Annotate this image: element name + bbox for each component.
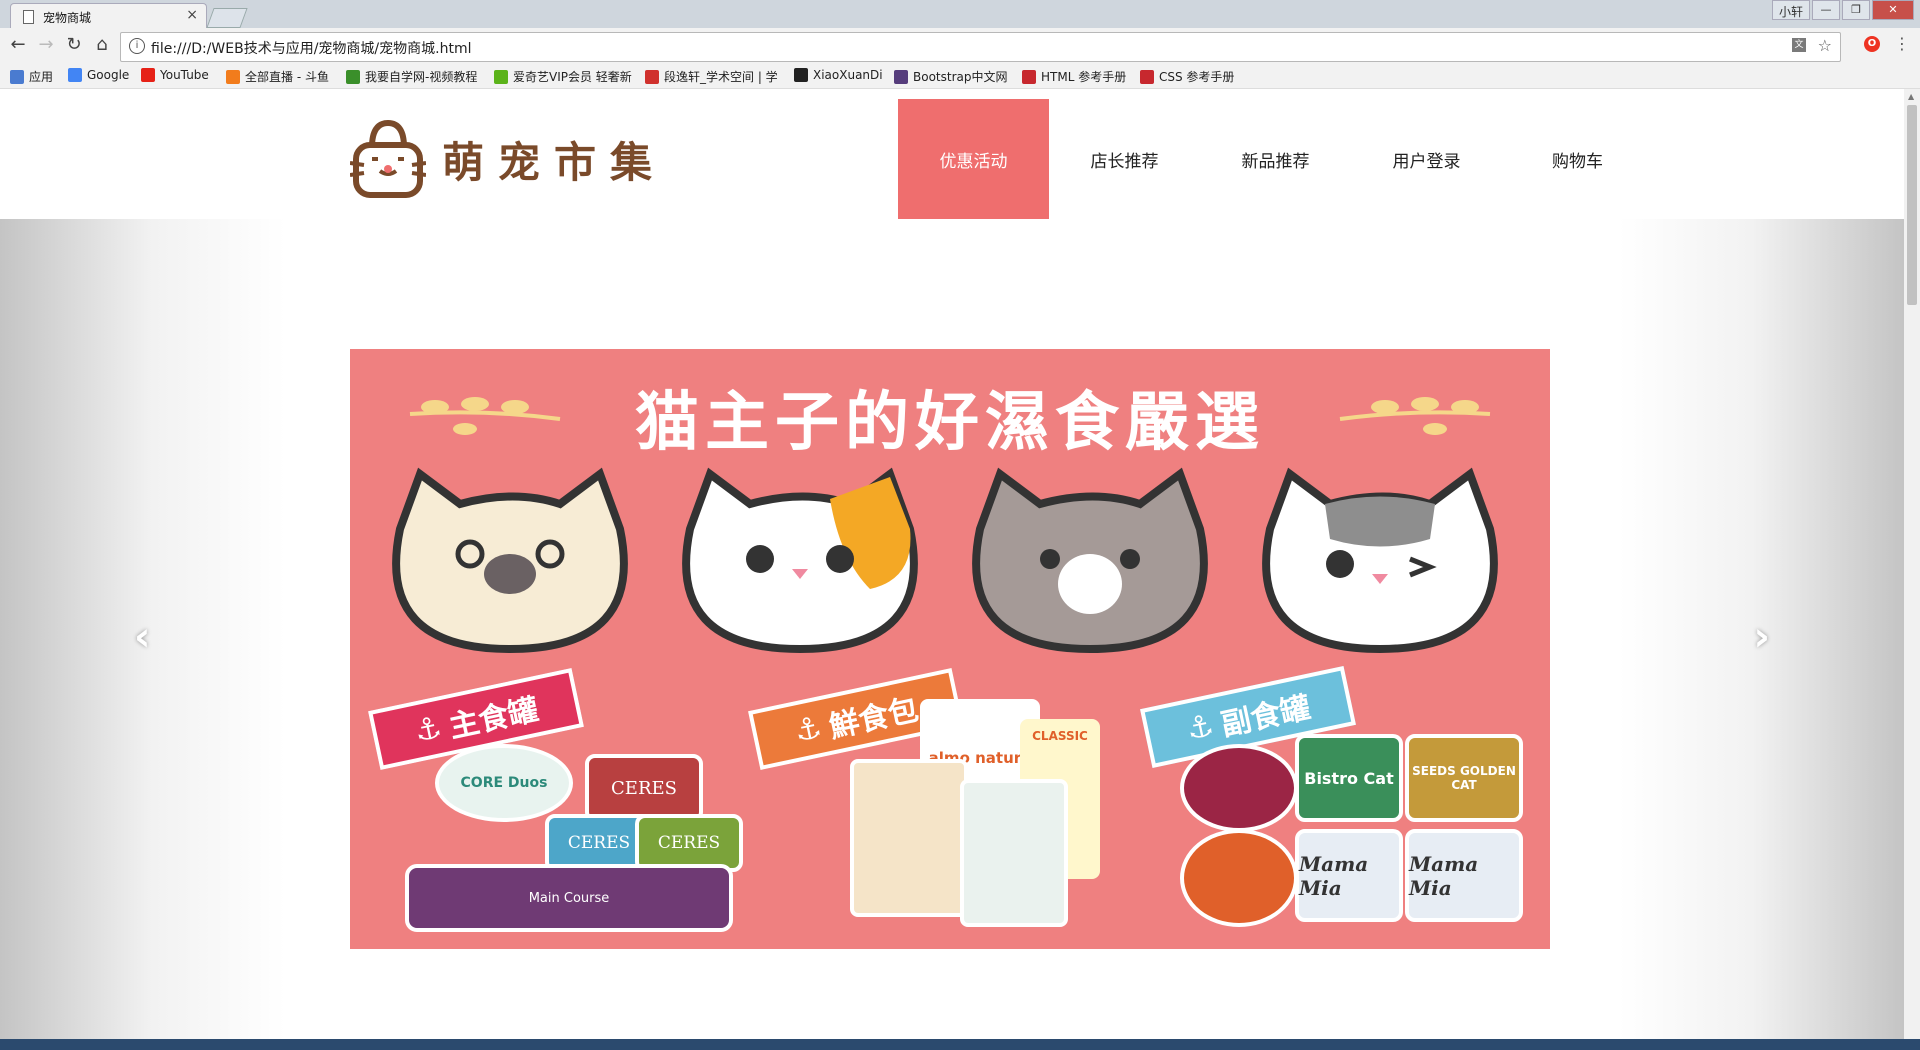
cat-face-3: [972, 467, 1208, 654]
blog-icon: [645, 69, 659, 84]
bookmark-label: 应用: [29, 70, 54, 84]
logo-text: 萌宠市集: [442, 137, 667, 187]
product-pouch-dog: [850, 759, 968, 917]
bookmark-label: HTML 参考手册: [1041, 70, 1127, 84]
product-group-side-can: Bistro Cat SEEDS GOLDEN CAT Mama Mia Mam…: [1180, 734, 1523, 934]
site-logo[interactable]: 萌宠市集: [350, 117, 666, 201]
bookmark-item[interactable]: 段逸轩_学术空间 | 学: [645, 68, 778, 85]
product-can-red: [1180, 744, 1298, 832]
bookmark-star-icon[interactable]: ☆: [1818, 36, 1832, 55]
browser-tab-bar: 宠物商城 × 小轩 — ❐ ✕: [0, 0, 1920, 29]
bookmark-label: 爱奇艺VIP会员 轻奢新: [513, 70, 632, 84]
bookmark-item[interactable]: Bootstrap中文网: [894, 68, 1007, 85]
product-group-fresh-pack: almo nature CLASSIC: [850, 699, 1110, 929]
bookmark-label: CSS 参考手册: [1159, 70, 1235, 84]
bookmark-item[interactable]: XiaoXuanDi: [794, 68, 883, 82]
tab-close-icon[interactable]: ×: [186, 7, 198, 23]
bookmark-label: XiaoXuanDi: [813, 68, 883, 82]
main-nav: 优惠活动 店长推荐 新品推荐 用户登录 购物车: [898, 99, 1653, 219]
douyu-icon: [226, 69, 240, 84]
web-page: 萌宠市集 优惠活动 店长推荐 新品推荐 用户登录 购物车 ‹ › 猫主子的好濕食嚴選: [0, 89, 1904, 1039]
window-controls: 小轩 — ❐ ✕: [1771, 0, 1914, 20]
bookmark-item[interactable]: CSS 参考手册: [1140, 68, 1234, 85]
product-can: Main Course: [405, 864, 733, 932]
carousel-next-icon[interactable]: ›: [1754, 614, 1770, 660]
product-can: CERES: [585, 754, 703, 822]
product-can: SEEDS GOLDEN CAT: [1405, 734, 1523, 822]
bookmarks-bar: 应用 Google YouTube 全部直播 - 斗鱼 我要自学网-视频教程 爱奇艺VIP…: [0, 64, 1920, 89]
bookmark-item[interactable]: 应用: [10, 68, 53, 85]
document-icon: [23, 10, 34, 24]
browser-tab[interactable]: 宠物商城 ×: [10, 3, 207, 29]
scroll-up-icon[interactable]: ▲: [1908, 92, 1914, 101]
product-pouch-seal: [960, 779, 1068, 927]
carousel-prev-icon[interactable]: ‹: [134, 614, 150, 660]
site-header: 萌宠市集 优惠活动 店长推荐 新品推荐 用户登录 购物车: [0, 89, 1904, 219]
bookmark-label: 全部直播 - 斗鱼: [245, 70, 329, 84]
close-window-button[interactable]: ✕: [1872, 0, 1914, 20]
browser-toolbar: ← → ↻ ⌂ i file:///D:/WEB技术与应用/宠物商城/宠物商城.…: [0, 28, 1920, 64]
github-icon: [794, 68, 808, 82]
bookmark-item[interactable]: HTML 参考手册: [1022, 68, 1126, 85]
bookmark-item[interactable]: 全部直播 - 斗鱼: [226, 68, 329, 85]
anchor-icon: ⚓: [791, 709, 825, 750]
bookmark-item[interactable]: 爱奇艺VIP会员 轻奢新: [494, 68, 632, 85]
cat-face-4: [1262, 467, 1498, 654]
new-tab-button[interactable]: [206, 8, 248, 28]
home-button[interactable]: ⌂: [90, 34, 114, 55]
product-can-orange: [1180, 829, 1298, 927]
nav-item-1[interactable]: 店长推荐: [1049, 99, 1200, 219]
product-can: CORE Duos: [435, 744, 573, 822]
product-can: Mama Mia: [1295, 829, 1403, 922]
bookmark-label: 段逸轩_学术空间 | 学: [664, 70, 778, 84]
product-can: Mama Mia: [1405, 829, 1523, 922]
back-button[interactable]: ←: [6, 34, 30, 55]
promo-carousel: ‹ › 猫主子的好濕食嚴選 ⚓ 主食罐 ⚓ 鮮食包 ⚓ 副食罐 CORE Duo…: [0, 219, 1904, 1039]
apps-icon: [10, 69, 24, 84]
bookmark-item[interactable]: 我要自学网-视频教程: [346, 68, 477, 85]
nav-item-3[interactable]: 用户登录: [1351, 99, 1502, 219]
product-group-main-can: CORE Duos CERES CERES CERES Main Course: [405, 744, 743, 934]
cat-face-1: [392, 467, 628, 654]
page-scrollbar[interactable]: ▲: [1904, 89, 1920, 1039]
bookmark-label: 我要自学网-视频教程: [365, 70, 478, 84]
translate-icon[interactable]: 文: [1792, 38, 1806, 52]
minimize-button[interactable]: —: [1812, 0, 1840, 20]
bookmark-label: YouTube: [160, 68, 209, 82]
bookmark-item[interactable]: Google: [68, 68, 129, 82]
bootstrap-icon: [894, 69, 908, 84]
nav-item-4[interactable]: 购物车: [1502, 99, 1653, 219]
right-leaf-decoration-icon: [1339, 397, 1491, 435]
os-taskbar: [0, 1039, 1920, 1050]
youtube-icon: [141, 68, 155, 82]
address-bar[interactable]: i file:///D:/WEB技术与应用/宠物商城/宠物商城.html 文 ☆: [120, 32, 1841, 62]
reload-button[interactable]: ↻: [62, 34, 86, 55]
cat-faces-illustration: [392, 467, 1498, 654]
product-can: Bistro Cat: [1295, 734, 1403, 822]
w3school-icon: [1140, 69, 1154, 84]
scrollbar-thumb[interactable]: [1907, 105, 1917, 305]
nav-item-2[interactable]: 新品推荐: [1200, 99, 1351, 219]
cat-bag-logo-icon: [350, 119, 426, 198]
profile-button[interactable]: 小轩: [1771, 0, 1810, 20]
url-text[interactable]: file:///D:/WEB技术与应用/宠物商城/宠物商城.html: [151, 38, 471, 58]
opera-extension-icon[interactable]: O: [1864, 36, 1880, 52]
maximize-button[interactable]: ❐: [1842, 0, 1870, 20]
bookmark-item[interactable]: YouTube: [141, 68, 209, 82]
google-icon: [68, 68, 82, 82]
nav-item-0[interactable]: 优惠活动: [898, 99, 1049, 219]
zixue-icon: [346, 69, 360, 84]
tab-title: 宠物商城: [43, 11, 92, 25]
iqiyi-icon: [494, 69, 508, 84]
forward-button[interactable]: →: [34, 34, 58, 55]
w3school-icon: [1022, 69, 1036, 84]
browser-menu-icon[interactable]: ⋮: [1894, 34, 1910, 53]
bookmark-label: Google: [87, 68, 130, 82]
info-icon[interactable]: i: [129, 38, 145, 54]
promo-banner[interactable]: 猫主子的好濕食嚴選 ⚓ 主食罐 ⚓ 鮮食包 ⚓ 副食罐 CORE Duos CE…: [350, 349, 1550, 949]
cat-face-2: [682, 467, 918, 654]
category-label-text: 主食罐: [446, 692, 542, 746]
bookmark-label: Bootstrap中文网: [913, 70, 1008, 84]
